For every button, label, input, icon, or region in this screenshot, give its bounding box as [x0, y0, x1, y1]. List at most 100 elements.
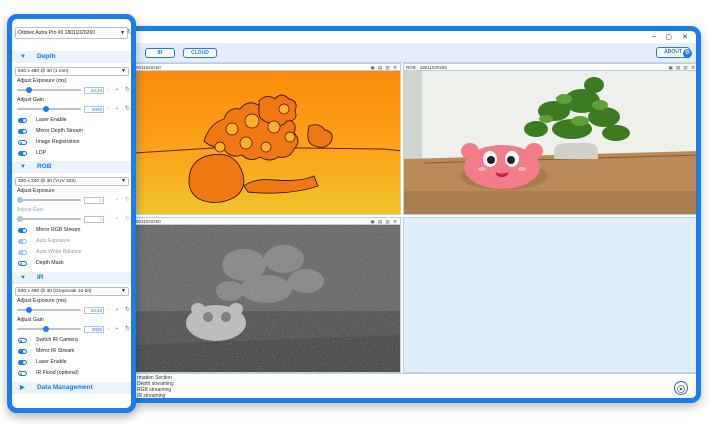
- reset-icon[interactable]: ↻: [125, 106, 130, 113]
- stream-toolbar-icons[interactable]: ▣ ▤ ▥ ⚙: [668, 65, 696, 70]
- increment-button[interactable]: +: [114, 216, 120, 223]
- rgb-mode-value: 320 x 240 @ 30 (YUV 422): [18, 179, 76, 184]
- refresh-icon[interactable]: ↻: [127, 28, 131, 38]
- increment-button[interactable]: +: [114, 106, 120, 113]
- depth-exposure-slider[interactable]: [17, 87, 81, 93]
- toggle-depth-mask[interactable]: [18, 261, 27, 266]
- reset-icon[interactable]: ↻: [125, 307, 130, 314]
- ir-exposure-slider[interactable]: [17, 307, 81, 313]
- title-bar: – ▢ ✕: [133, 31, 696, 43]
- reset-icon[interactable]: ↻: [125, 197, 130, 204]
- reset-icon[interactable]: ↻: [125, 326, 130, 333]
- rgb-gain-slider[interactable]: [17, 216, 81, 222]
- toggle-mirror-depth[interactable]: [18, 129, 27, 134]
- rgb-mode-select[interactable]: 320 x 240 @ 30 (YUV 422) ▼: [15, 177, 129, 186]
- section-header-data-management[interactable]: ▶ Data Management: [12, 382, 131, 394]
- chevron-down-icon: ▼: [121, 288, 126, 294]
- ir-stream-view: 0011020260 ▣ ▤ ▥ ⚙: [133, 217, 401, 373]
- minimize-icon[interactable]: –: [652, 33, 656, 40]
- increment-button[interactable]: +: [114, 307, 120, 314]
- device-select[interactable]: Orbbec Astra Pro #0 18011020260 ▼: [15, 27, 128, 39]
- toggle-ldp[interactable]: [18, 151, 27, 156]
- ir-mode-select[interactable]: 640 x 480 @ 30 (Grayscale 16-bit) ▼: [15, 287, 129, 296]
- control-panel: Orbbec Astra Pro #0 18011020260 ▼ ↻ ▼ De…: [7, 14, 136, 413]
- ir-image: [134, 225, 400, 372]
- toggle-mirror-ir[interactable]: [18, 349, 27, 354]
- slider-thumb[interactable]: [26, 307, 32, 313]
- empty-stream-view: [403, 217, 696, 373]
- ir-gain-slider[interactable]: [17, 326, 81, 332]
- decrement-button[interactable]: -: [106, 106, 112, 113]
- rgb-gain-input[interactable]: 0: [84, 216, 104, 223]
- decrement-button[interactable]: -: [106, 307, 112, 314]
- toggle-label: Mirror Depth Stream: [36, 128, 83, 134]
- toggle-label: Image Registration: [36, 139, 80, 145]
- depth-gain-input[interactable]: 8000: [84, 106, 104, 113]
- toggle-ir-laser-enable[interactable]: [18, 360, 27, 365]
- ir-exposure-input[interactable]: 33.34: [84, 307, 104, 314]
- toolbar: IR CLOUD ABOUT: [133, 43, 696, 63]
- chevron-down-icon: ▼: [20, 54, 26, 60]
- depth-stream-title: 0011020260: [136, 65, 161, 70]
- increment-button[interactable]: +: [114, 326, 120, 333]
- increment-button[interactable]: +: [114, 197, 120, 204]
- toggle-label: IR Flood (optional): [36, 370, 79, 376]
- slider-thumb[interactable]: [43, 326, 49, 332]
- toggle-mirror-rgb[interactable]: [18, 228, 27, 233]
- decrement-button[interactable]: -: [106, 216, 112, 223]
- gear-icon[interactable]: ⚙: [683, 49, 692, 58]
- section-title: Depth: [37, 53, 56, 60]
- ir-gain-label: Adjust Gain: [17, 317, 44, 323]
- section-title: IR: [37, 274, 44, 281]
- decrement-button[interactable]: -: [106, 87, 112, 94]
- slider-thumb[interactable]: [43, 106, 49, 112]
- reset-icon[interactable]: ↻: [125, 87, 130, 94]
- ir-stream-title: 0011020260: [136, 219, 161, 224]
- ir-mode-value: 640 x 480 @ 30 (Grayscale 16-bit): [18, 289, 92, 294]
- toggle-auto-exposure[interactable]: [18, 239, 27, 244]
- tab-ir[interactable]: IR: [145, 48, 175, 58]
- chevron-down-icon: ▼: [20, 164, 26, 170]
- toggle-image-registration[interactable]: [18, 140, 27, 145]
- stream-toolbar-icons[interactable]: ▣ ▤ ▥ ⚙: [370, 219, 398, 224]
- rgb-exposure-label: Adjust Exposure: [17, 188, 55, 194]
- rgb-image: [404, 71, 696, 214]
- decrement-button[interactable]: -: [106, 197, 112, 204]
- depth-exposure-input[interactable]: 33.34: [84, 87, 104, 94]
- depth-mode-select[interactable]: 640 x 480 @ 30 (1 mm) ▼: [15, 67, 129, 76]
- depth-gain-slider[interactable]: [17, 106, 81, 112]
- ir-gain-input[interactable]: 8000: [84, 326, 104, 333]
- toggle-auto-white-balance[interactable]: [18, 250, 27, 255]
- depth-exposure-label: Adjust Exposure (ms): [17, 78, 67, 84]
- tab-cloud[interactable]: CLOUD: [183, 48, 217, 58]
- depth-gain-label: Adjust Gain: [17, 97, 44, 103]
- viewer-window: – ▢ ✕ IR CLOUD ABOUT ⚙ 0011020260 ▣ ▤ ▥ …: [128, 26, 701, 403]
- section-header-depth[interactable]: ▼ Depth: [12, 51, 131, 63]
- log-section: rmation Section Depth streaming RGB stre…: [133, 373, 696, 398]
- toggle-label: Mirror IR Stream: [36, 348, 75, 354]
- section-header-ir[interactable]: ▼ IR: [12, 272, 131, 284]
- toggle-ir-flood[interactable]: [18, 371, 27, 376]
- decrement-button[interactable]: -: [106, 326, 112, 333]
- toggle-label: Auto Exposure: [36, 238, 71, 244]
- slider-thumb[interactable]: [17, 197, 23, 203]
- slider-thumb[interactable]: [26, 87, 32, 93]
- stream-toolbar-icons[interactable]: ▣ ▤ ▥ ⚙: [370, 65, 398, 70]
- maximize-icon[interactable]: ▢: [665, 33, 672, 41]
- section-header-rgb[interactable]: ▼ RGB: [12, 161, 131, 173]
- depth-stream-header: 0011020260 ▣ ▤ ▥ ⚙: [134, 64, 400, 71]
- orbbec-logo: [674, 381, 688, 395]
- reset-icon[interactable]: ↻: [125, 216, 130, 223]
- toggle-laser-enable[interactable]: [18, 118, 27, 123]
- increment-button[interactable]: +: [114, 87, 120, 94]
- depth-mode-value: 640 x 480 @ 30 (1 mm): [18, 69, 69, 74]
- toggle-label: Laser Enable: [36, 117, 67, 123]
- rgb-exposure-slider[interactable]: [17, 197, 81, 203]
- close-icon[interactable]: ✕: [682, 33, 688, 41]
- rgb-exposure-input[interactable]: 0: [84, 197, 104, 204]
- rgb-stream-view: RGB - 18011020260 ▣ ▤ ▥ ⚙: [403, 63, 696, 215]
- rgb-gain-label: Adjust Gain: [17, 207, 44, 213]
- toggle-switch-ir-camera[interactable]: [18, 338, 27, 343]
- toggle-label: Auto White Balance: [36, 249, 82, 255]
- slider-thumb[interactable]: [17, 216, 23, 222]
